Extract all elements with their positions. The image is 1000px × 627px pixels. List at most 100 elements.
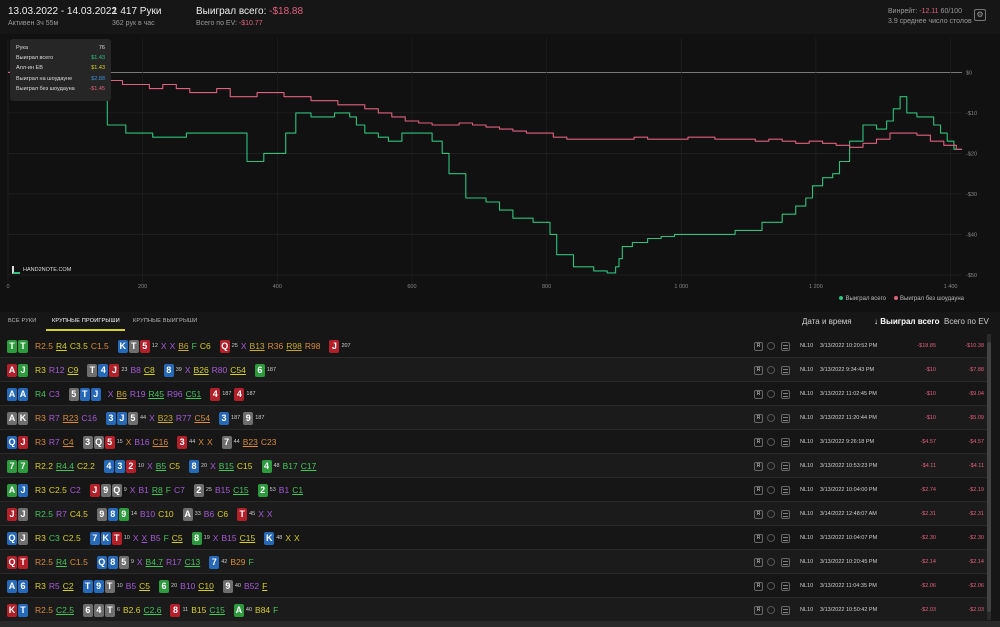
replay-button[interactable]: R <box>754 550 763 574</box>
card: Q <box>7 531 17 545</box>
table-row[interactable]: Q T R2.5 R4 C1.5 Q 8 5 9 X B4.7 R17 C13 7 42 B29 F R NL10 3… <box>0 550 990 574</box>
card: 9 <box>118 507 129 521</box>
column-ev-total[interactable]: Всего по EV <box>944 317 989 326</box>
mark-button[interactable] <box>767 430 775 454</box>
table-row[interactable]: A K R3 R7 R23 C16 3 J 5 44 X B23 R77 C54 3 187 9 187 R NL10… <box>0 406 990 430</box>
card: T <box>128 339 139 353</box>
mark-button[interactable] <box>767 382 775 406</box>
table-row[interactable]: A J R3 C2.5 C2 J 9 Q 9 X B1 R8 F C7 2 25 B15 C15 2 53 B1 C1 R N… <box>0 478 990 502</box>
mark-button[interactable] <box>767 454 775 478</box>
card: Q <box>96 555 107 569</box>
action: C2.2 <box>76 461 95 471</box>
table-row[interactable]: A A R4 C3 5 T J X B6 R19 R45 R96 C51 4 187 4 187 R NL10 3/1… <box>0 382 990 406</box>
graph-background <box>0 34 1000 312</box>
mark-button[interactable] <box>767 502 775 526</box>
column-won-total[interactable]: ↓ Выиграл всего <box>874 317 939 326</box>
notes-button[interactable] <box>781 430 790 454</box>
action: C2.5 <box>55 605 74 615</box>
mark-button[interactable] <box>767 598 775 622</box>
legend-dot-icon <box>839 296 844 301</box>
replay-button[interactable]: R <box>754 454 763 478</box>
table-row[interactable]: Q J R3 C3 C2.5 7 K T 10 X X B5 F C5 8 19 X B15 C15 K 48 X X R NL… <box>0 526 990 550</box>
notes-button[interactable] <box>781 454 790 478</box>
pot-size: 187 <box>231 415 241 421</box>
mark-button[interactable] <box>767 574 775 598</box>
table-row[interactable]: 7 7 R2.2 R4.4 C2.2 4 3 2 10 X B5 C5 8 20 X B15 C15 4 48 B17… <box>0 454 990 478</box>
winrate-unit: 60/100 <box>940 8 962 15</box>
pot-size: 48 <box>273 463 280 469</box>
table-row[interactable]: A J R3 R12 C9 T 4 J 23 B8 C8 8 39 X B26 R80 C54 6 187 R NL10… <box>0 358 990 382</box>
notes-button[interactable] <box>781 574 790 598</box>
card: Q <box>219 339 230 353</box>
replay-button[interactable]: R <box>754 502 763 526</box>
scroll-thumb[interactable] <box>987 342 991 612</box>
mark-button[interactable] <box>767 358 775 382</box>
hands-summary: 1 417 Руки 362 рук в час <box>112 6 161 27</box>
mark-button[interactable] <box>767 478 775 502</box>
tab-all-hands[interactable]: ВСЕ РУКИ <box>8 318 36 324</box>
action: R19 <box>129 389 146 399</box>
mark-button[interactable] <box>767 334 775 358</box>
notes-button[interactable] <box>781 478 790 502</box>
legend-item[interactable]: Выиграл всего <box>839 296 886 302</box>
replay-button[interactable]: R <box>754 358 763 382</box>
replay-button[interactable]: R <box>754 478 763 502</box>
legend-dot-icon <box>894 296 898 301</box>
tab-big-wins[interactable]: КРУПНЫЕ ВЫИГРЫШИ <box>133 318 197 324</box>
replay-button[interactable]: R <box>754 598 763 622</box>
table-row[interactable]: J J R2.5 R7 C4.5 9 8 9 14 B10 C10 A 33 B6 C6 T 45 X X R NL10… <box>0 502 990 526</box>
notes-button[interactable] <box>781 334 790 358</box>
card: Q <box>93 435 104 449</box>
circle-icon <box>767 486 775 494</box>
tooltip-value: $1.43 <box>91 65 105 72</box>
card: T <box>237 507 248 521</box>
replay-button[interactable]: R <box>754 526 763 550</box>
notes-button[interactable] <box>781 550 790 574</box>
replay-button[interactable]: R <box>754 334 763 358</box>
notes-button[interactable] <box>781 358 790 382</box>
replay-button[interactable]: R <box>754 406 763 430</box>
list-icon <box>781 341 790 351</box>
card: 5 <box>68 387 79 401</box>
notes-button[interactable] <box>781 382 790 406</box>
won-cell: -$10 <box>924 367 936 373</box>
tooltip-value: $1.43 <box>91 55 105 62</box>
table-row[interactable]: A 6 R3 R5 C2 T 9 T 10 B5 C5 6 20 B10 C10 9 40 B52 F R NL10 3/… <box>0 574 990 598</box>
replay-icon: R <box>754 341 763 351</box>
pot-size: 48 <box>276 535 283 541</box>
pot-size: 12 <box>151 343 158 349</box>
action: B16 <box>134 437 150 447</box>
replay-button[interactable]: R <box>754 382 763 406</box>
table-row[interactable]: Q J R3 R7 C4 3 Q 5 15 X B16 C16 3 44 X X 7 44 B23 C23 R NL10 3… <box>0 430 990 454</box>
action: X <box>160 341 167 351</box>
table-row[interactable]: T T R2.5 R4 C3.5 C1.5 K T 5 12 X X B6 F C6 Q 25 X B13 R36 R9… <box>0 334 990 358</box>
pot-size: 9 <box>130 559 134 565</box>
replay-button[interactable]: R <box>754 574 763 598</box>
mark-button[interactable] <box>767 526 775 550</box>
card: J <box>89 483 100 497</box>
hand-history-line: 7 7 R2.2 R4.4 C2.2 4 3 2 10 X B5 C5 8 20 X B15 C15 4 48 B17… <box>7 454 319 478</box>
card: 9 <box>96 507 107 521</box>
notes-button[interactable] <box>781 526 790 550</box>
legend-item[interactable]: Выиграл без шоудауна <box>894 296 964 302</box>
replay-button[interactable]: R <box>754 430 763 454</box>
notes-button[interactable] <box>781 598 790 622</box>
action: X <box>147 461 153 471</box>
table-row[interactable]: K T R2.5 C2.5 6 4 T 6 B2.6 C2.6 8 11 B15 C15 A 40 B84 F R N… <box>0 598 990 622</box>
limit-cell: NL10 <box>800 367 814 373</box>
action: R4 <box>35 389 46 399</box>
pot-size: 23 <box>121 367 128 373</box>
mark-button[interactable] <box>767 550 775 574</box>
action: B5 <box>155 461 167 471</box>
column-date[interactable]: Дата и время <box>802 317 852 326</box>
table-scrollbar[interactable] <box>987 334 991 620</box>
mark-button[interactable] <box>767 406 775 430</box>
tab-big-losses[interactable]: КРУПНЫЕ ПРОИГРЫШИ <box>52 318 120 324</box>
tooltip-row: Выиграл всего $1.43 <box>16 53 105 63</box>
action: R96 <box>167 389 183 399</box>
pot-size: 20 <box>171 583 178 589</box>
card: Q <box>111 483 122 497</box>
settings-icon[interactable]: ⚙ <box>974 9 986 21</box>
notes-button[interactable] <box>781 502 790 526</box>
notes-button[interactable] <box>781 406 790 430</box>
